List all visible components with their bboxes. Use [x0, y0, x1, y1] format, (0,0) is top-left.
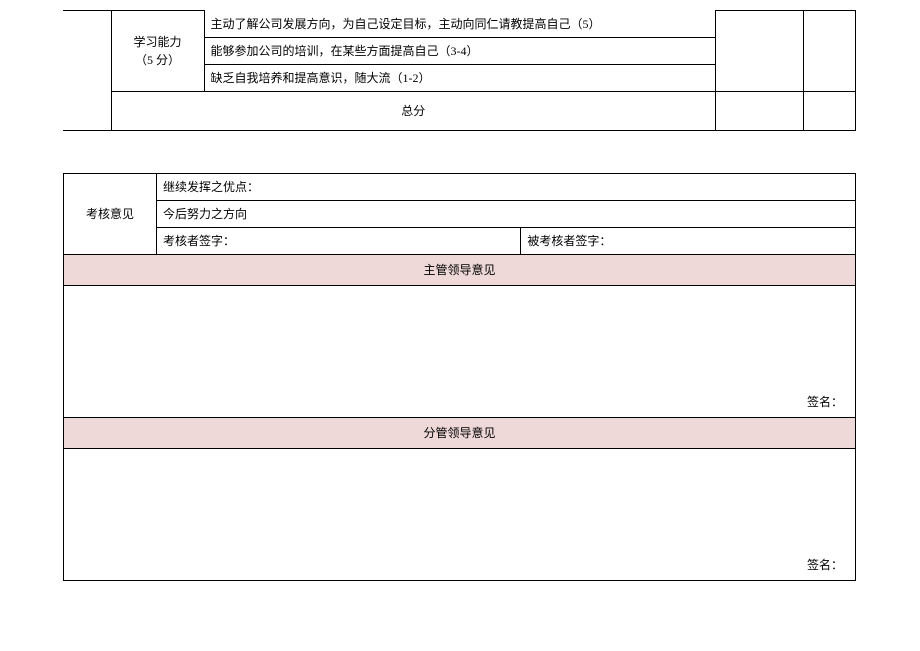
score-col-1 — [716, 11, 804, 92]
total-row: 总分 — [63, 91, 856, 130]
criteria-1: 主动了解公司发展方向，为自己设定目标，主动向同仁请教提高自己（5） — [205, 11, 716, 38]
left-gutter — [63, 11, 111, 131]
supervisor-sign-label: 签名： — [807, 393, 843, 411]
supervisor-comment-box: 签名： — [64, 285, 856, 417]
scoring-table: 学习能力 （5 分） 主动了解公司发展方向，为自己设定目标，主动向同仁请教提高自… — [63, 10, 856, 131]
criteria-3: 缺乏自我培养和提高意识，随大流（1-2） — [205, 64, 716, 91]
deputy-header-row: 分管领导意见 — [64, 417, 856, 448]
score-col-2 — [804, 11, 856, 92]
assessor-sign-cell: 考核者签字： — [157, 227, 521, 254]
deputy-sign-label: 签名： — [807, 556, 843, 574]
strengths-cell: 继续发挥之优点： — [157, 173, 856, 200]
assessee-sign-cell: 被考核者签字： — [521, 227, 856, 254]
deputy-header: 分管领导意见 — [64, 417, 856, 448]
ability-label-cell: 学习能力 （5 分） — [111, 11, 204, 92]
ability-label-line1: 学习能力 — [133, 35, 181, 49]
opinion-table: 考核意见 继续发挥之优点： 今后努力之方向 考核者签字： 被考核者签字： 主管领… — [63, 173, 856, 581]
deputy-comment-box: 签名： — [64, 448, 856, 580]
supervisor-header: 主管领导意见 — [64, 254, 856, 285]
direction-row: 今后努力之方向 — [64, 200, 856, 227]
criteria-row: 学习能力 （5 分） 主动了解公司发展方向，为自己设定目标，主动向同仁请教提高自… — [63, 11, 856, 92]
signature-row: 考核者签字： 被考核者签字： — [64, 227, 856, 254]
criteria-cell: 主动了解公司发展方向，为自己设定目标，主动向同仁请教提高自己（5） 能够参加公司… — [204, 11, 716, 92]
criteria-2: 能够参加公司的培训，在某些方面提高自己（3-4） — [205, 37, 716, 64]
total-score-2 — [804, 91, 856, 130]
direction-cell: 今后努力之方向 — [157, 200, 856, 227]
deputy-comment-row: 签名： — [64, 448, 856, 580]
supervisor-header-row: 主管领导意见 — [64, 254, 856, 285]
strengths-row: 考核意见 继续发挥之优点： — [64, 173, 856, 200]
total-label: 总分 — [111, 91, 716, 130]
ability-label-line2: （5 分） — [135, 53, 180, 67]
supervisor-comment-row: 签名： — [64, 285, 856, 417]
opinion-label: 考核意见 — [64, 173, 157, 254]
total-score-1 — [716, 91, 804, 130]
